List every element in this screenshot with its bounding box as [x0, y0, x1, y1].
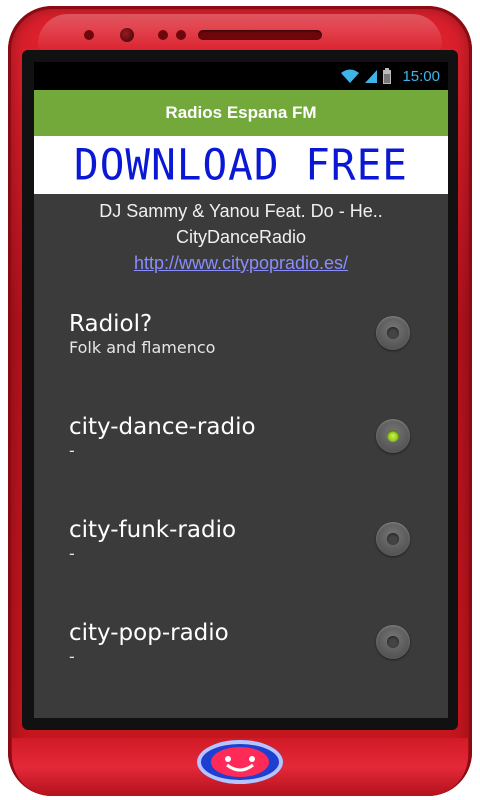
station-website-link[interactable]: http://www.citypopradio.es/ — [134, 253, 348, 273]
status-bar: 15:00 — [34, 62, 448, 90]
app-title-bar: Radios Espana FM — [34, 90, 448, 136]
sensor-dot — [176, 30, 186, 40]
station-item[interactable]: city-pop-radio - — [34, 619, 448, 718]
station-list: Radiol? Folk and flamenco city-dance-rad… — [34, 310, 448, 718]
station-radio-button[interactable] — [376, 316, 410, 350]
station-item[interactable]: Radiol? Folk and flamenco — [34, 310, 448, 413]
earpiece-speaker — [198, 30, 322, 40]
app-title: Radios Espana FM — [165, 103, 317, 122]
sensor-dot — [84, 30, 94, 40]
screen: 15:00 Radios Espana FM DOWNLOAD FREE DJ … — [34, 62, 448, 718]
now-playing-station: CityDanceRadio — [175, 227, 307, 247]
home-button[interactable] — [197, 740, 283, 784]
wifi-icon — [341, 69, 360, 83]
now-playing: DJ Sammy & Yanou Feat. Do - He.. CityDan… — [34, 194, 448, 276]
download-banner[interactable]: DOWNLOAD FREE — [34, 136, 448, 194]
signal-icon — [365, 70, 378, 83]
station-item[interactable]: city-dance-radio - — [34, 413, 448, 516]
banner-text[interactable]: DOWNLOAD FREE — [74, 140, 408, 190]
station-item[interactable]: city-funk-radio - — [34, 516, 448, 619]
front-camera — [120, 28, 134, 42]
status-clock: 15:00 — [402, 67, 440, 85]
station-radio-button[interactable] — [376, 522, 410, 556]
now-playing-track: DJ Sammy & Yanou Feat. Do - He.. — [99, 201, 383, 221]
sensor-dot — [158, 30, 168, 40]
station-radio-button[interactable] — [376, 625, 410, 659]
station-radio-button[interactable] — [376, 419, 410, 453]
battery-icon — [383, 68, 392, 84]
smiley-icon — [211, 747, 269, 777]
